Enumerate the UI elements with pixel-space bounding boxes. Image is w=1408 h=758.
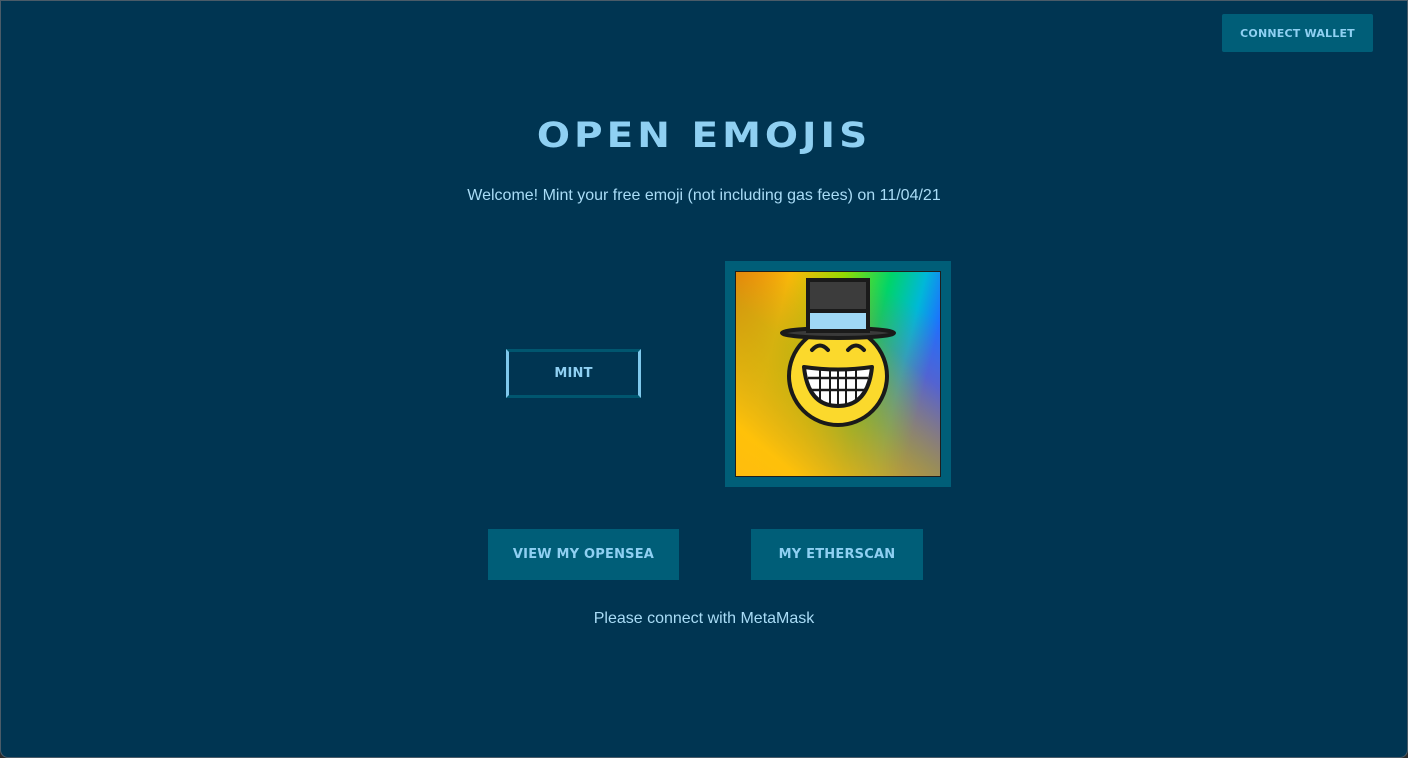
emoji-preview-frame — [725, 261, 951, 487]
emoji-preview — [735, 271, 941, 477]
connection-status-text: Please connect with MetaMask — [593, 610, 815, 627]
welcome-text: Welcome! Mint your free emoji (not inclu… — [467, 187, 941, 204]
etherscan-button[interactable]: MY ETHERSCAN — [751, 529, 923, 580]
mint-button[interactable]: MINT — [506, 349, 641, 398]
page-title: OPEN EMOJIS — [536, 115, 872, 156]
connect-wallet-button[interactable]: CONNECT WALLET — [1222, 14, 1373, 52]
view-opensea-button[interactable]: VIEW MY OPENSEA — [488, 529, 679, 580]
app-window: CONNECT WALLET OPEN EMOJIS Welcome! Mint… — [0, 0, 1408, 758]
grinning-face-with-top-hat-icon — [736, 272, 940, 476]
